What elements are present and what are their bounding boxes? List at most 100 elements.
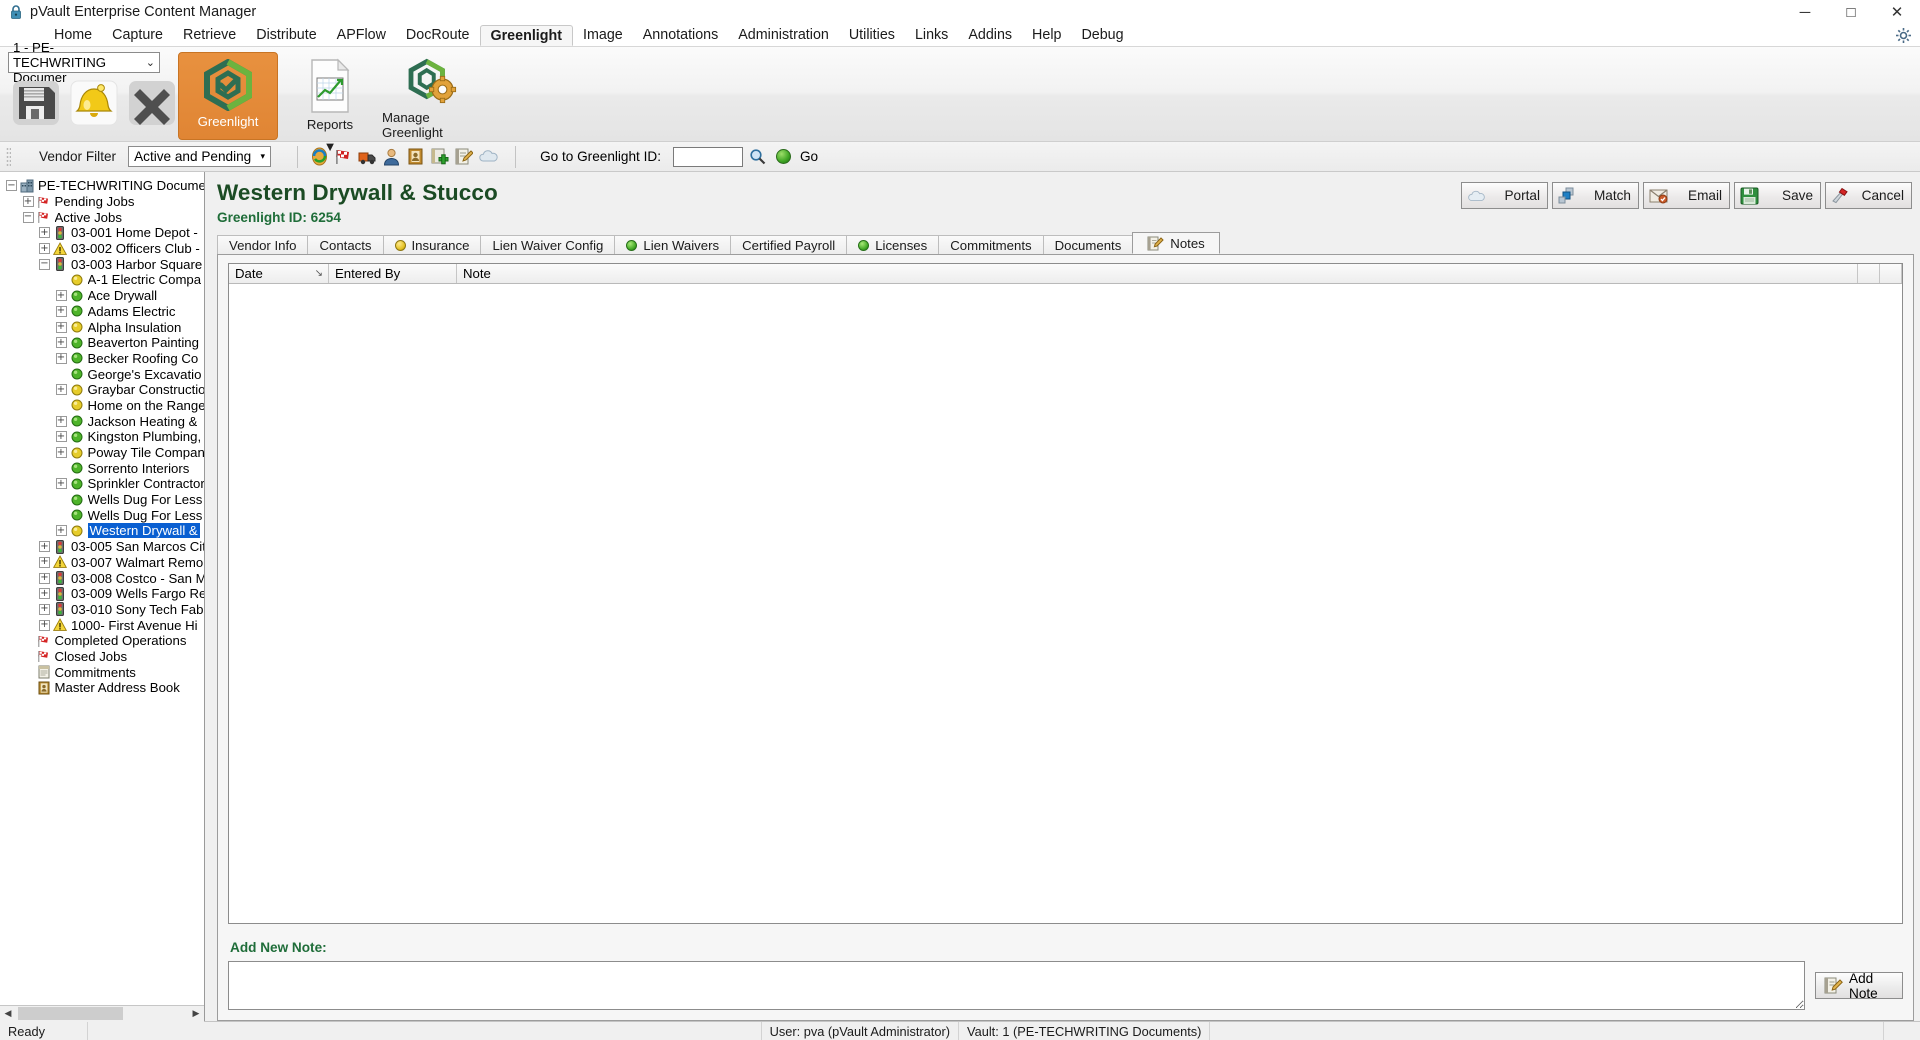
expand-icon[interactable]: + [55, 352, 67, 364]
maximize-button[interactable]: □ [1828, 0, 1874, 24]
cloud-icon[interactable] [478, 147, 498, 166]
expand-icon[interactable]: + [55, 525, 67, 537]
tree-node[interactable]: Completed Operations [6, 633, 204, 649]
add-record-icon[interactable] [430, 147, 449, 166]
grid-column-header[interactable]: Date ↘ [229, 264, 329, 283]
tab-documents[interactable]: Documents [1042, 235, 1134, 254]
tree-node[interactable]: Wells Dug For Less [6, 507, 204, 523]
go-button-label[interactable]: Go [800, 149, 818, 164]
menu-item-debug[interactable]: Debug [1071, 24, 1133, 46]
scroll-thumb[interactable] [18, 1006, 123, 1020]
tree-node[interactable]: Sorrento Interiors [6, 460, 204, 476]
expand-icon[interactable]: + [39, 243, 50, 255]
grid-column-header[interactable]: Note [457, 264, 1858, 283]
menu-item-image[interactable]: Image [573, 24, 633, 46]
collapse-icon[interactable]: − [6, 180, 17, 192]
tab-commitments[interactable]: Commitments [938, 235, 1044, 254]
tree-node[interactable]: Home on the Range [6, 398, 204, 414]
tree-node[interactable]: − Active Jobs [6, 209, 204, 225]
green-orb-icon[interactable] [775, 149, 791, 164]
tab-lien-waivers[interactable]: Lien Waivers [614, 235, 732, 254]
tab-insurance[interactable]: Insurance [382, 235, 482, 254]
menu-item-help[interactable]: Help [1022, 24, 1071, 46]
grid-column-header[interactable] [1880, 264, 1902, 283]
expand-icon[interactable]: + [22, 196, 34, 208]
expand-icon[interactable]: + [55, 337, 67, 349]
minimize-button[interactable]: ─ [1782, 0, 1828, 24]
expand-icon[interactable]: + [55, 305, 67, 317]
tree-node[interactable]: +03-010 Sony Tech Fab [6, 602, 204, 618]
tree-node[interactable]: − PE-TECHWRITING Documents [6, 178, 204, 194]
scroll-track[interactable] [16, 1005, 188, 1022]
notes-grid-body[interactable] [229, 284, 1902, 923]
tree-node[interactable]: − 03-003 Harbor Square [6, 256, 204, 272]
expand-icon[interactable]: + [39, 556, 50, 568]
save-icon[interactable] [10, 79, 62, 127]
scroll-left-arrow-icon[interactable]: ◀ [0, 1005, 16, 1022]
tree-node[interactable]: + Pending Jobs [6, 194, 204, 210]
scroll-right-arrow-icon[interactable]: ▶ [188, 1005, 204, 1022]
goto-greenlight-input[interactable] [672, 146, 743, 167]
collapse-icon[interactable]: − [22, 211, 34, 223]
tree-node[interactable]: +03-008 Costco - San M [6, 570, 204, 586]
menu-item-utilities[interactable]: Utilities [839, 24, 905, 46]
refresh-icon[interactable] [310, 147, 329, 166]
menu-item-retrieve[interactable]: Retrieve [173, 24, 246, 46]
tree-node[interactable]: + Kingston Plumbing, [6, 429, 204, 445]
expand-icon[interactable]: + [55, 431, 67, 443]
tree-node[interactable]: + Graybar Constructio [6, 382, 204, 398]
menu-item-administration[interactable]: Administration [728, 24, 839, 46]
save-button[interactable]: Save [1734, 182, 1821, 209]
tree-node[interactable]: Master Address Book [6, 680, 204, 696]
magnifier-icon[interactable] [749, 148, 766, 165]
tab-vendor-info[interactable]: Vendor Info [217, 235, 309, 254]
grid-column-header[interactable] [1858, 264, 1880, 283]
expand-icon[interactable]: + [55, 290, 67, 302]
menu-item-addins[interactable]: Addins [958, 24, 1022, 46]
tree-node[interactable]: + Jackson Heating & [6, 413, 204, 429]
gear-icon[interactable] [1895, 27, 1912, 44]
email-button[interactable]: Email [1643, 182, 1730, 209]
portal-button[interactable]: Portal [1461, 182, 1548, 209]
tree-node[interactable]: + Beaverton Painting [6, 335, 204, 351]
tree-node-selected[interactable]: + Western Drywall & [6, 523, 204, 539]
add-note-input[interactable] [228, 961, 1805, 1010]
expand-icon[interactable]: + [39, 588, 50, 600]
tree-node[interactable]: +1000- First Avenue Hi [6, 617, 204, 633]
tree-node[interactable]: +03-001 Home Depot - [6, 225, 204, 241]
cancel-x-icon[interactable] [126, 79, 178, 127]
tree-node[interactable]: +03-005 San Marcos Cit [6, 539, 204, 555]
tree-node[interactable]: + Sprinkler Contractor [6, 476, 204, 492]
person-icon[interactable] [382, 147, 401, 166]
expand-icon[interactable]: + [39, 572, 50, 584]
collapse-icon[interactable]: − [39, 258, 50, 270]
bell-icon[interactable] [68, 79, 120, 127]
expand-icon[interactable]: + [55, 478, 67, 490]
checkered-flag-icon[interactable] [334, 147, 353, 166]
vault-selector[interactable]: 1 - PE-TECHWRITING Documer ⌄ [8, 40, 160, 85]
expand-icon[interactable]: + [39, 227, 50, 239]
expand-icon[interactable]: + [39, 541, 50, 553]
tab-certified-payroll[interactable]: Certified Payroll [730, 235, 848, 254]
toolbar-grip[interactable] [6, 146, 11, 167]
expand-icon[interactable]: + [55, 321, 67, 333]
expand-icon[interactable]: + [55, 415, 67, 427]
tab-notes[interactable]: Notes [1132, 232, 1220, 254]
tree-node[interactable]: Commitments [6, 664, 204, 680]
tree-node[interactable]: +03-009 Wells Fargo Re [6, 586, 204, 602]
tree-node[interactable]: +03-002 Officers Club - [6, 241, 204, 257]
ribbon-button-greenlight[interactable]: Greenlight [178, 52, 278, 140]
tab-lien-waiver-config[interactable]: Lien Waiver Config [480, 235, 616, 254]
menu-item-apflow[interactable]: APFlow [327, 24, 396, 46]
expand-icon[interactable]: + [39, 603, 50, 615]
tree-node[interactable]: Wells Dug For Less [6, 492, 204, 508]
truck-icon[interactable] [358, 147, 377, 166]
menu-item-distribute[interactable]: Distribute [246, 24, 326, 46]
edit-note-icon[interactable] [454, 147, 474, 166]
tree-node[interactable]: + Becker Roofing Co [6, 351, 204, 367]
expand-icon[interactable]: + [39, 619, 50, 631]
menu-item-links[interactable]: Links [905, 24, 958, 46]
cancel-button[interactable]: Cancel [1825, 182, 1912, 209]
tree-node[interactable]: + Poway Tile Compan [6, 445, 204, 461]
menu-item-annotations[interactable]: Annotations [633, 24, 729, 46]
